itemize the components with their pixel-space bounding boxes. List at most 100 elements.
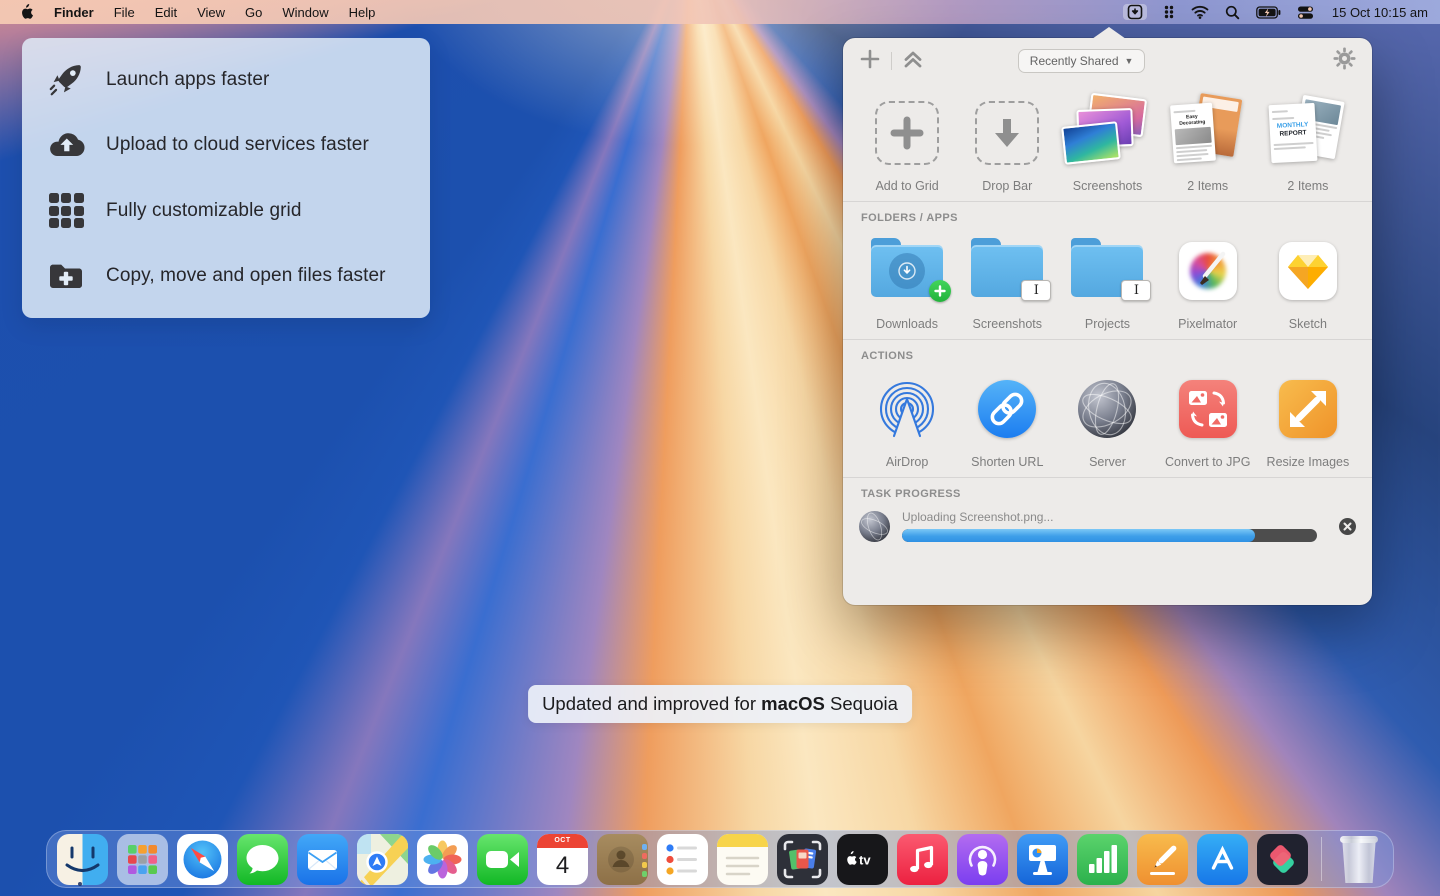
task-progress-section-title: TASK PROGRESS [843, 478, 1372, 502]
svg-text:tv: tv [859, 853, 871, 868]
item-label: Add to Grid [857, 179, 957, 193]
doc-title-line2: REPORT [1273, 129, 1313, 139]
caption-suffix: Sequoia [825, 693, 898, 714]
dropzone-menubar-icon[interactable] [1123, 4, 1147, 20]
convert-to-jpg-action-item[interactable]: Convert to JPG [1158, 370, 1258, 469]
dock-launchpad-icon[interactable] [117, 834, 168, 885]
dots-status-icon[interactable] [1163, 4, 1175, 20]
caption-bold: macOS [761, 693, 825, 714]
dock-safari-icon[interactable] [177, 834, 228, 885]
doc-title: Easy Decorating [1173, 113, 1210, 127]
dock-messages-icon[interactable] [237, 834, 288, 885]
item-label: Shorten URL [957, 455, 1057, 469]
cancel-task-button[interactable] [1339, 518, 1356, 535]
task-avatar-globe-icon [859, 511, 890, 542]
dock-mail-icon[interactable] [297, 834, 348, 885]
drop-bar-item[interactable]: Drop Bar [957, 94, 1057, 193]
dock-contacts-icon[interactable] [597, 834, 648, 885]
finder-running-indicator [78, 882, 82, 886]
server-action-item[interactable]: Server [1057, 370, 1157, 469]
wifi-icon[interactable] [1191, 4, 1209, 20]
recently-shared-dropdown[interactable]: Recently Shared ▼ [1018, 49, 1146, 73]
feature-label: Launch apps faster [106, 69, 269, 91]
dock-keynote-icon[interactable] [1017, 834, 1068, 885]
dock-trash-icon[interactable] [1339, 835, 1379, 883]
dock-notes-icon[interactable] [717, 834, 768, 885]
grid-icon [46, 191, 86, 231]
pixelmator-app-item[interactable]: Pixelmator [1158, 232, 1258, 331]
menu-item-go[interactable]: Go [235, 5, 272, 20]
settings-gear-button[interactable] [1333, 47, 1356, 75]
add-to-grid-item[interactable]: Add to Grid [857, 94, 957, 193]
airdrop-icon [857, 370, 957, 448]
item-label: Server [1057, 455, 1157, 469]
dropzone-panel: Recently Shared ▼ Add to Grid Drop Bar [843, 38, 1372, 605]
menu-item-edit[interactable]: Edit [145, 5, 187, 20]
dock-shortcuts-icon[interactable] [1257, 834, 1308, 885]
menu-item-finder[interactable]: Finder [44, 5, 104, 20]
projects-folder-icon: I [1071, 245, 1143, 297]
feature-callout-panel: Launch apps faster Upload to cloud servi… [22, 38, 430, 318]
dock-maps-icon[interactable] [357, 834, 408, 885]
spotlight-search-icon[interactable] [1225, 4, 1240, 20]
menu-item-help[interactable]: Help [339, 5, 386, 20]
convert-images-icon [1179, 380, 1237, 438]
downloads-folder-item[interactable]: Downloads [857, 232, 957, 331]
dock-divider [1321, 837, 1322, 881]
dock-photos-icon[interactable] [417, 834, 468, 885]
battery-charging-icon[interactable] [1256, 4, 1281, 20]
dock-calendar-icon[interactable]: OCT 4 [537, 834, 588, 885]
collapse-button[interactable] [902, 49, 924, 74]
header-divider [891, 52, 892, 70]
menubar-clock[interactable]: 15 Oct 10:15 am [1330, 5, 1428, 20]
text-cursor-badge: I [1121, 280, 1151, 301]
globe-server-icon [1078, 380, 1136, 438]
dock-apple-tv-icon[interactable]: tv [837, 834, 888, 885]
dock-podcasts-icon[interactable] [957, 834, 1008, 885]
airdrop-action-item[interactable]: AirDrop [857, 370, 957, 469]
shorten-url-action-item[interactable]: Shorten URL [957, 370, 1057, 469]
dock-music-icon[interactable] [897, 834, 948, 885]
add-button[interactable] [859, 48, 881, 75]
menu-item-view[interactable]: View [187, 5, 235, 20]
menu-item-window[interactable]: Window [272, 5, 338, 20]
chevron-down-icon: ▼ [1125, 56, 1134, 66]
screenshots-stack-item[interactable]: Screenshots [1057, 94, 1157, 193]
dock-capture-cards-icon[interactable] [777, 834, 828, 885]
calendar-month: OCT [537, 834, 588, 848]
download-arrow-badge [889, 253, 925, 289]
actions-section-title: ACTIONS [843, 340, 1372, 364]
tagline-caption: Updated and improved for macOS Sequoia [528, 685, 912, 723]
report-stack: MONTHLY REPORT [1262, 96, 1354, 170]
dropdown-label: Recently Shared [1030, 54, 1119, 68]
item-label: Screenshots [1057, 179, 1157, 193]
feature-launch-apps: Launch apps faster [46, 60, 406, 100]
dock-numbers-icon[interactable] [1077, 834, 1128, 885]
item-label: Convert to JPG [1158, 455, 1258, 469]
item-label: AirDrop [857, 455, 957, 469]
folders-apps-grid: Downloads I Screenshots I Projects Pixel… [843, 226, 1372, 339]
dock-reminders-icon[interactable] [657, 834, 708, 885]
feature-label: Copy, move and open files faster [106, 265, 386, 287]
menu-bar: Finder File Edit View Go Window Help 15 … [0, 0, 1440, 24]
control-center-icon[interactable] [1297, 4, 1314, 20]
dock-finder-icon[interactable] [57, 834, 108, 885]
apple-logo-icon[interactable] [18, 4, 34, 20]
sketch-app-item[interactable]: Sketch [1258, 232, 1358, 331]
resize-images-action-item[interactable]: Resize Images [1258, 370, 1358, 469]
task-label: Uploading Screenshot.png... [902, 510, 1317, 524]
upload-task-row: Uploading Screenshot.png... [843, 502, 1372, 542]
screenshots-folder-item[interactable]: I Screenshots [957, 232, 1057, 331]
two-items-stack-2[interactable]: MONTHLY REPORT 2 Items [1258, 94, 1358, 193]
menu-item-file[interactable]: File [104, 5, 145, 20]
dock-app-store-icon[interactable] [1197, 834, 1248, 885]
dock-pages-icon[interactable] [1137, 834, 1188, 885]
cloud-upload-icon [46, 125, 86, 165]
projects-folder-item[interactable]: I Projects [1057, 232, 1157, 331]
progress-bar [902, 529, 1317, 542]
dock-facetime-icon[interactable] [477, 834, 528, 885]
two-items-stack-1[interactable]: Easy Decorating 2 Items [1158, 94, 1258, 193]
calendar-day: 4 [537, 848, 588, 885]
desktop: { "menu_bar": { "items": ["Finder", "Fil… [0, 0, 1440, 896]
panel-header: Recently Shared ▼ [843, 38, 1372, 84]
